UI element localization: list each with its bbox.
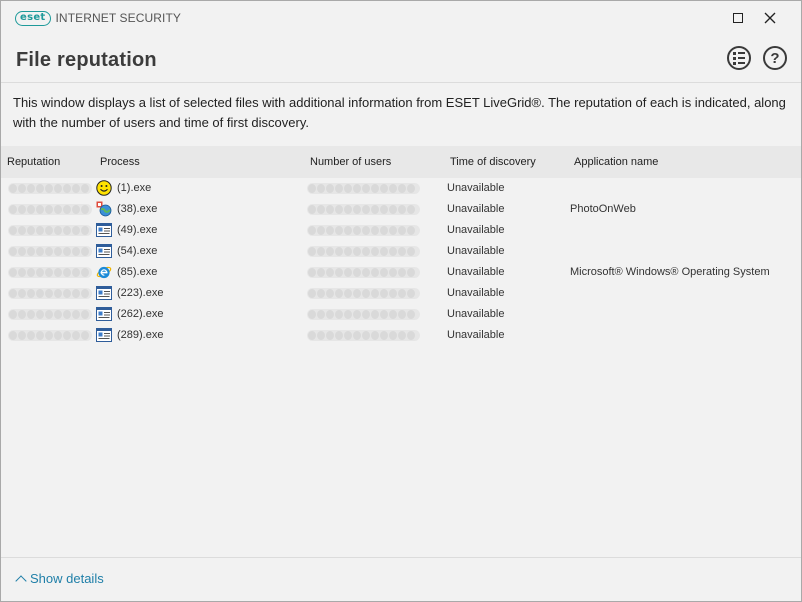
process-name: (85).exe bbox=[117, 266, 158, 278]
maximize-icon bbox=[733, 13, 743, 23]
list-view-button[interactable] bbox=[727, 46, 751, 70]
column-time-of-discovery[interactable]: Time of discovery bbox=[450, 156, 536, 168]
window-app-icon bbox=[96, 243, 112, 259]
process-name: (49).exe bbox=[117, 224, 158, 236]
table-row[interactable]: (223).exe Unavailable bbox=[1, 283, 801, 304]
table-row[interactable]: (1).exe Unavailable bbox=[1, 178, 801, 199]
users-indicator bbox=[307, 330, 420, 341]
maximize-button[interactable] bbox=[723, 6, 753, 30]
table-row[interactable]: (49).exe Unavailable bbox=[1, 220, 801, 241]
process-name: (289).exe bbox=[117, 329, 164, 341]
time-of-discovery: Unavailable bbox=[447, 329, 505, 341]
page-header: File reputation ? bbox=[1, 35, 801, 83]
reputation-indicator bbox=[8, 204, 92, 215]
table-row[interactable]: (289).exe Unavailable bbox=[1, 325, 801, 346]
column-reputation[interactable]: Reputation bbox=[7, 156, 60, 168]
time-of-discovery: Unavailable bbox=[447, 245, 505, 257]
reputation-indicator bbox=[8, 267, 92, 278]
table-row[interactable]: (54).exe Unavailable bbox=[1, 241, 801, 262]
reputation-indicator bbox=[8, 225, 92, 236]
users-indicator bbox=[307, 288, 420, 299]
table-body: (1).exe Unavailable (38).exe Unavailable Pho… bbox=[1, 178, 801, 346]
close-icon bbox=[764, 12, 776, 24]
reputation-indicator bbox=[8, 246, 92, 257]
table-row[interactable]: (38).exe Unavailable PhotoOnWeb bbox=[1, 199, 801, 220]
close-button[interactable] bbox=[755, 6, 785, 30]
process-name: (1).exe bbox=[117, 182, 152, 194]
description-text: This window displays a list of selected … bbox=[13, 95, 786, 130]
users-indicator bbox=[307, 246, 420, 257]
time-of-discovery: Unavailable bbox=[447, 224, 505, 236]
table-header: Reputation Process Number of users Time … bbox=[1, 146, 801, 178]
eset-badge: eset bbox=[15, 10, 51, 26]
window-app-icon bbox=[96, 285, 112, 301]
window-app-icon bbox=[96, 327, 112, 343]
table-row[interactable]: (85).exe Unavailable Microsoft® Windows® O… bbox=[1, 262, 801, 283]
internet-explorer-icon bbox=[96, 264, 112, 280]
users-indicator bbox=[307, 225, 420, 236]
product-name: INTERNET SECURITY bbox=[55, 11, 181, 25]
reputation-indicator bbox=[8, 288, 92, 299]
show-details-link[interactable]: Show details bbox=[15, 571, 104, 587]
users-indicator bbox=[307, 267, 420, 278]
process-name: (223).exe bbox=[117, 287, 164, 299]
title-bar: eset INTERNET SECURITY bbox=[1, 1, 801, 35]
page-title: File reputation bbox=[16, 49, 157, 71]
list-view-icon bbox=[733, 51, 745, 65]
chevron-up-icon bbox=[15, 574, 27, 587]
table-row[interactable]: (262).exe Unavailable bbox=[1, 304, 801, 325]
column-application-name[interactable]: Application name bbox=[574, 156, 658, 168]
help-button[interactable]: ? bbox=[763, 46, 787, 70]
time-of-discovery: Unavailable bbox=[447, 182, 505, 194]
photo-globe-icon bbox=[96, 201, 112, 217]
application-name: PhotoOnWeb bbox=[570, 203, 636, 215]
reputation-indicator bbox=[8, 330, 92, 341]
users-indicator bbox=[307, 183, 420, 194]
show-details-label: Show details bbox=[30, 571, 104, 586]
footer: Show details bbox=[1, 557, 801, 601]
window-app-icon bbox=[96, 222, 112, 238]
time-of-discovery: Unavailable bbox=[447, 203, 505, 215]
process-name: (262).exe bbox=[117, 308, 164, 320]
eset-logo: eset INTERNET SECURITY bbox=[15, 10, 181, 26]
application-name: Microsoft® Windows® Operating System bbox=[570, 266, 770, 278]
users-indicator bbox=[307, 204, 420, 215]
window-app-icon bbox=[96, 306, 112, 322]
reputation-indicator bbox=[8, 309, 92, 320]
time-of-discovery: Unavailable bbox=[447, 266, 505, 278]
help-icon: ? bbox=[770, 49, 780, 67]
users-indicator bbox=[307, 309, 420, 320]
smiley-icon bbox=[96, 180, 112, 196]
file-reputation-window: eset INTERNET SECURITY File reputation ?… bbox=[0, 0, 802, 602]
time-of-discovery: Unavailable bbox=[447, 308, 505, 320]
process-name: (38).exe bbox=[117, 203, 158, 215]
column-number-of-users[interactable]: Number of users bbox=[310, 156, 391, 168]
reputation-indicator bbox=[8, 183, 92, 194]
column-process[interactable]: Process bbox=[100, 156, 140, 168]
time-of-discovery: Unavailable bbox=[447, 287, 505, 299]
process-name: (54).exe bbox=[117, 245, 158, 257]
